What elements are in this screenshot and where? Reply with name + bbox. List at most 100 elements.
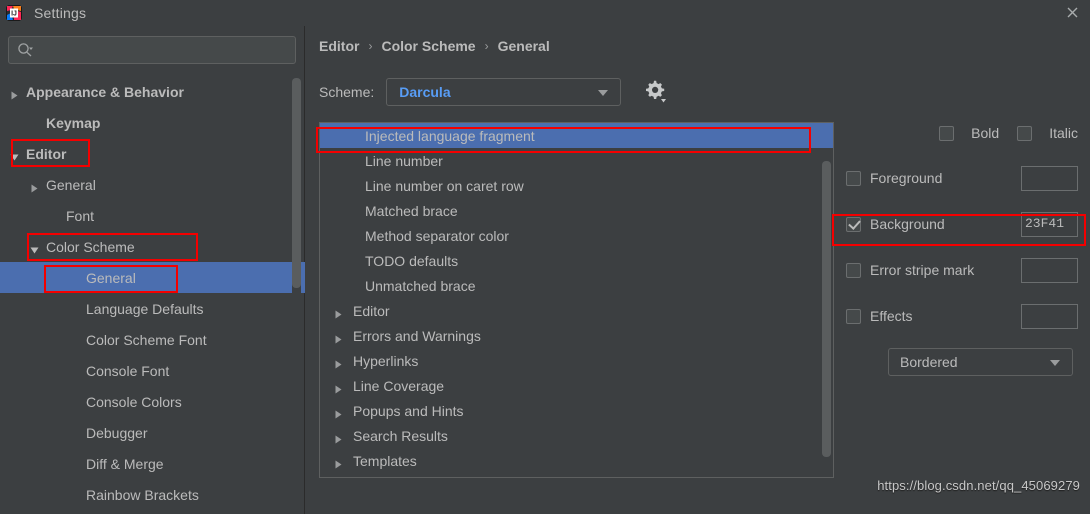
sidebar-scrollbar[interactable] xyxy=(292,78,301,308)
sidebar-item-editor[interactable]: Editor xyxy=(0,138,305,169)
foreground-checkbox[interactable] xyxy=(846,170,861,186)
error-stripe-mark-row: Error stripe mark xyxy=(846,256,1078,284)
sidebar-item-label: Font xyxy=(66,207,95,224)
color-list-item[interactable]: Injected language fragment xyxy=(320,123,833,148)
color-list-item[interactable]: Unmatched brace xyxy=(320,273,833,298)
chevron-right-icon[interactable] xyxy=(334,456,343,469)
chevron-down-icon[interactable] xyxy=(30,242,39,254)
scheme-row: Scheme: Darcula xyxy=(319,78,669,106)
chevron-down-icon[interactable] xyxy=(10,149,19,161)
chevron-down-icon xyxy=(598,90,609,96)
gear-icon[interactable] xyxy=(643,79,669,105)
color-list-item[interactable]: Hyperlinks xyxy=(320,348,833,373)
italic-option[interactable]: Italic xyxy=(1017,125,1078,141)
sidebar-item-general[interactable]: General xyxy=(0,262,305,293)
sidebar-item-label: Console Font xyxy=(86,362,170,379)
chevron-right-icon[interactable] xyxy=(334,331,343,344)
color-list-item-label: Popups and Hints xyxy=(353,402,464,419)
color-list-item[interactable]: Search Results xyxy=(320,423,833,448)
background-checkbox[interactable] xyxy=(846,216,861,232)
color-list-item[interactable]: Line Coverage xyxy=(320,373,833,398)
font-style-row: Bold Italic xyxy=(846,122,1078,144)
color-list-item[interactable]: Templates xyxy=(320,448,833,473)
color-list-scrollbar-thumb[interactable] xyxy=(822,161,831,457)
sidebar-item-keymap[interactable]: Keymap xyxy=(0,107,305,138)
settings-content: Editor › Color Scheme › General Scheme: Darc… xyxy=(306,26,1090,514)
svg-text:IJ: IJ xyxy=(11,11,17,18)
sidebar-item-font[interactable]: Font xyxy=(0,200,305,231)
sidebar-item-color-scheme[interactable]: Color Scheme xyxy=(0,231,305,262)
title-bar: IJ Settings xyxy=(0,0,1090,26)
color-list-item[interactable]: Errors and Warnings xyxy=(320,323,833,348)
error-stripe-mark-color-swatch[interactable] xyxy=(1021,257,1078,283)
effects-row: Effects xyxy=(846,302,1078,330)
window-title: Settings xyxy=(34,5,87,21)
effects-checkbox[interactable] xyxy=(846,308,861,324)
chevron-right-icon[interactable] xyxy=(334,381,343,394)
chevron-right-icon[interactable] xyxy=(10,87,19,100)
sidebar-item-label: Debugger xyxy=(86,424,148,441)
error-stripe-mark-checkbox[interactable] xyxy=(846,262,861,278)
sidebar-item-appearance-behavior[interactable]: Appearance & Behavior xyxy=(0,76,305,107)
color-list-item-label: Editor xyxy=(353,302,390,319)
sidebar-item-rainbow-brackets[interactable]: Rainbow Brackets xyxy=(0,479,305,510)
scheme-select[interactable]: Darcula xyxy=(386,78,622,106)
color-list-scrollbar[interactable] xyxy=(822,161,831,461)
italic-checkbox[interactable] xyxy=(1017,125,1033,141)
settings-tree[interactable]: Appearance & Behavior Keymap Editor General… xyxy=(0,76,305,514)
color-list-item-label: Line Coverage xyxy=(353,377,445,394)
breadcrumb-item-general[interactable]: General xyxy=(498,38,550,54)
sidebar-item-label: Appearance & Behavior xyxy=(26,83,184,100)
chevron-right-icon[interactable] xyxy=(334,306,343,319)
background-label: Background xyxy=(870,216,945,232)
sidebar-item-label: Rainbow Brackets xyxy=(86,486,199,503)
scheme-selected-value: Darcula xyxy=(399,84,451,100)
sidebar-item-label: General xyxy=(46,176,96,193)
color-list-item[interactable]: TODO defaults xyxy=(320,248,833,273)
color-list-item[interactable]: Line number xyxy=(320,148,833,173)
chevron-right-icon[interactable] xyxy=(334,406,343,419)
breadcrumb-item-editor[interactable]: Editor xyxy=(319,38,359,54)
color-settings-list[interactable]: Injected language fragment Line number Lin… xyxy=(319,122,834,478)
italic-label: Italic xyxy=(1049,125,1078,141)
chevron-right-icon[interactable] xyxy=(334,356,343,369)
foreground-color-swatch[interactable] xyxy=(1021,165,1078,191)
chevron-right-icon[interactable] xyxy=(30,180,39,193)
breadcrumb-item-color-scheme[interactable]: Color Scheme xyxy=(381,38,475,54)
search-input[interactable] xyxy=(8,36,296,64)
breadcrumb: Editor › Color Scheme › General xyxy=(319,38,550,54)
color-list-item-label: Matched brace xyxy=(365,202,458,219)
sidebar-item-label: Keymap xyxy=(46,114,101,131)
error-stripe-mark-label: Error stripe mark xyxy=(870,262,975,278)
color-list-item[interactable]: Popups and Hints xyxy=(320,398,833,423)
sidebar-item-language-defaults[interactable]: Language Defaults xyxy=(0,293,305,324)
color-list-item-label: Hyperlinks xyxy=(353,352,419,369)
bold-option[interactable]: Bold xyxy=(939,125,999,141)
effects-color-swatch[interactable] xyxy=(1021,303,1078,329)
sidebar-item-label: General xyxy=(86,269,136,286)
color-list-item[interactable]: Editor xyxy=(320,298,833,323)
sidebar-scrollbar-thumb[interactable] xyxy=(292,78,301,288)
attributes-panel: Bold Italic Foreground Background 23F41 … xyxy=(846,122,1078,412)
color-settings-list-rows[interactable]: Injected language fragment Line number Lin… xyxy=(320,123,833,473)
bold-checkbox[interactable] xyxy=(939,125,955,141)
sidebar-item-diff-merge[interactable]: Diff & Merge xyxy=(0,448,305,479)
chevron-down-icon xyxy=(1050,360,1060,366)
watermark-text: https://blog.csdn.net/qq_45069279 xyxy=(877,478,1080,493)
sidebar-item-debugger[interactable]: Debugger xyxy=(0,417,305,448)
color-list-item-label: Errors and Warnings xyxy=(353,327,481,344)
color-list-item[interactable]: Line number on caret row xyxy=(320,173,833,198)
effect-type-select[interactable]: Bordered xyxy=(888,348,1073,376)
sidebar-item-color-scheme-font[interactable]: Color Scheme Font xyxy=(0,324,305,355)
close-icon[interactable] xyxy=(1062,2,1082,22)
color-list-item[interactable]: Matched brace xyxy=(320,198,833,223)
breadcrumb-separator: › xyxy=(484,39,489,53)
sidebar-item-console-colors[interactable]: Console Colors xyxy=(0,386,305,417)
sidebar-item-console-font[interactable]: Console Font xyxy=(0,355,305,386)
sidebar-item-label: Language Defaults xyxy=(86,300,204,317)
color-list-item[interactable]: Method separator color xyxy=(320,223,833,248)
background-color-swatch[interactable]: 23F41 xyxy=(1021,211,1078,237)
sidebar-item-label: Diff & Merge xyxy=(86,455,164,472)
chevron-right-icon[interactable] xyxy=(334,431,343,444)
sidebar-item-general[interactable]: General xyxy=(0,169,305,200)
